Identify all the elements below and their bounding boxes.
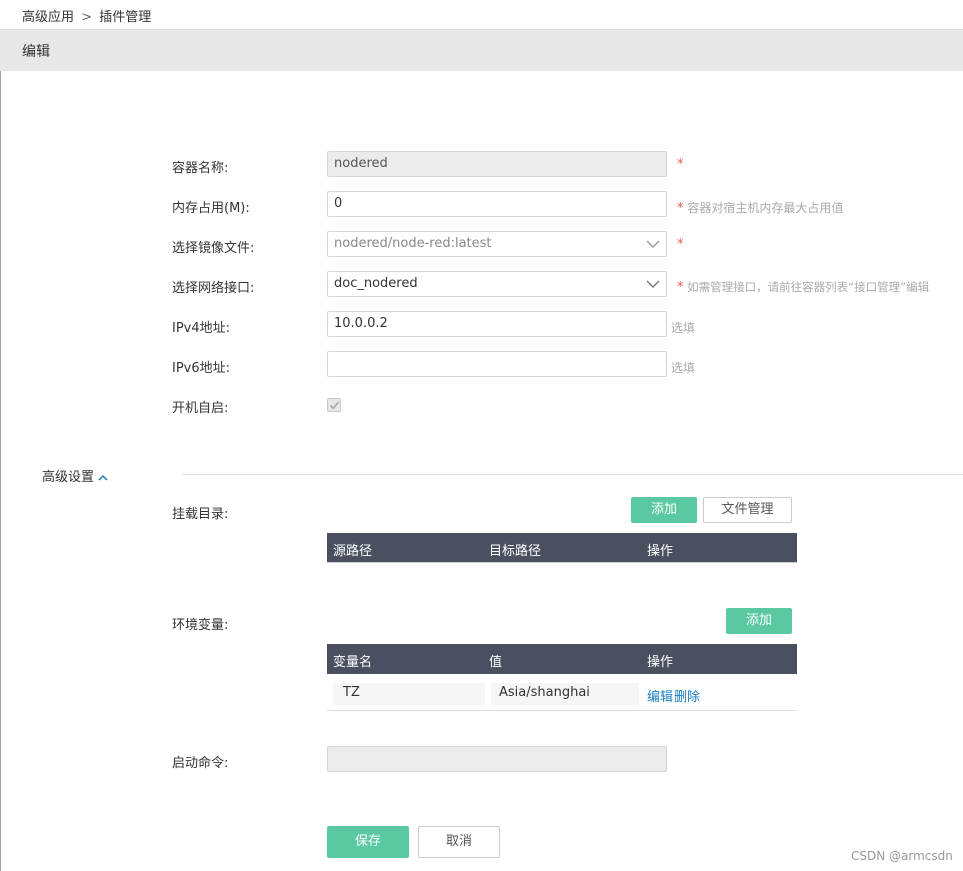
autostart-checkbox[interactable] — [327, 398, 341, 412]
network-label: 选择网络接口: — [172, 281, 255, 296]
chevron-down-icon — [646, 280, 660, 288]
memory-hint: * 容器对宿主机内存最大占用值 — [677, 199, 843, 216]
mount-column-action: 操作 — [647, 544, 674, 559]
env-column-name: 变量名 — [333, 655, 373, 670]
mount-table-empty-body — [327, 562, 797, 563]
advanced-divider — [182, 474, 963, 475]
env-add-button[interactable]: 添加 — [726, 608, 792, 634]
start-command-input — [327, 746, 667, 772]
network-hint: * 如需管理接口，请前往容器列表“接口管理”编辑 — [677, 279, 929, 295]
env-column-action: 操作 — [647, 655, 674, 670]
breadcrumb-current: 插件管理 — [99, 10, 152, 25]
env-var-value[interactable]: Asia/shanghai — [491, 683, 639, 705]
memory-required-mark: * — [677, 201, 684, 216]
container-name-label: 容器名称: — [172, 161, 229, 176]
autostart-label: 开机自启: — [172, 401, 229, 416]
mount-table-header: 源路径 目标路径 操作 — [327, 533, 797, 563]
ipv6-label: IPv6地址: — [172, 361, 231, 376]
ipv4-hint: 选填 — [671, 321, 696, 335]
checkmark-icon — [329, 401, 340, 410]
breadcrumb-parent-link[interactable]: 高级应用 — [22, 10, 74, 25]
breadcrumb: 高级应用 > 插件管理 — [22, 6, 151, 25]
page-title-bar: 编辑 — [0, 29, 963, 71]
mount-add-button[interactable]: 添加 — [631, 497, 697, 523]
memory-input[interactable]: 0 — [327, 191, 667, 217]
image-file-label: 选择镜像文件: — [172, 241, 255, 256]
file-manager-button[interactable]: 文件管理 — [703, 497, 792, 523]
breadcrumb-separator: > — [81, 10, 93, 25]
ipv6-hint: 选填 — [671, 361, 696, 375]
env-table-header: 变量名 值 操作 — [327, 644, 797, 674]
network-value: doc_nodered — [334, 276, 418, 291]
left-divider — [0, 71, 1, 871]
memory-label: 内存占用(M): — [172, 201, 250, 216]
container-name-required-mark: * — [677, 157, 684, 172]
image-file-required-mark: * — [677, 237, 684, 252]
env-edit-link[interactable]: 编辑 — [647, 686, 673, 705]
ipv6-input[interactable] — [327, 351, 667, 377]
page-title: 编辑 — [22, 44, 50, 60]
env-column-value: 值 — [489, 655, 503, 670]
ipv4-label: IPv4地址: — [172, 321, 231, 336]
image-file-value: nodered/node-red:latest — [334, 236, 492, 251]
env-label: 环境变量: — [172, 618, 229, 633]
mount-column-source: 源路径 — [333, 544, 373, 559]
watermark: CSDN @armcsdn — [851, 849, 953, 863]
container-name-input: nodered — [327, 151, 667, 177]
cancel-button[interactable]: 取消 — [418, 826, 500, 858]
mount-column-target: 目标路径 — [489, 544, 542, 559]
env-var-name[interactable]: TZ — [333, 683, 485, 705]
advanced-settings-label: 高级设置 — [42, 470, 95, 485]
env-delete-link[interactable]: 删除 — [674, 686, 700, 705]
memory-hint-text: 容器对宿主机内存最大占用值 — [687, 201, 844, 215]
chevron-up-icon — [98, 474, 108, 481]
network-required-mark: * — [677, 280, 684, 295]
start-command-label: 启动命令: — [172, 756, 229, 771]
advanced-settings-toggle[interactable]: 高级设置 — [42, 466, 108, 485]
mount-label: 挂载目录: — [172, 507, 229, 522]
chevron-down-icon — [646, 240, 660, 248]
network-hint-text: 如需管理接口，请前往容器列表“接口管理”编辑 — [687, 280, 930, 294]
save-button[interactable]: 保存 — [327, 826, 409, 858]
image-file-select[interactable]: nodered/node-red:latest — [327, 231, 667, 257]
ipv4-input[interactable]: 10.0.0.2 — [327, 311, 667, 337]
network-select[interactable]: doc_nodered — [327, 271, 667, 297]
table-row: TZ Asia/shanghai 编辑 删除 — [327, 676, 797, 711]
